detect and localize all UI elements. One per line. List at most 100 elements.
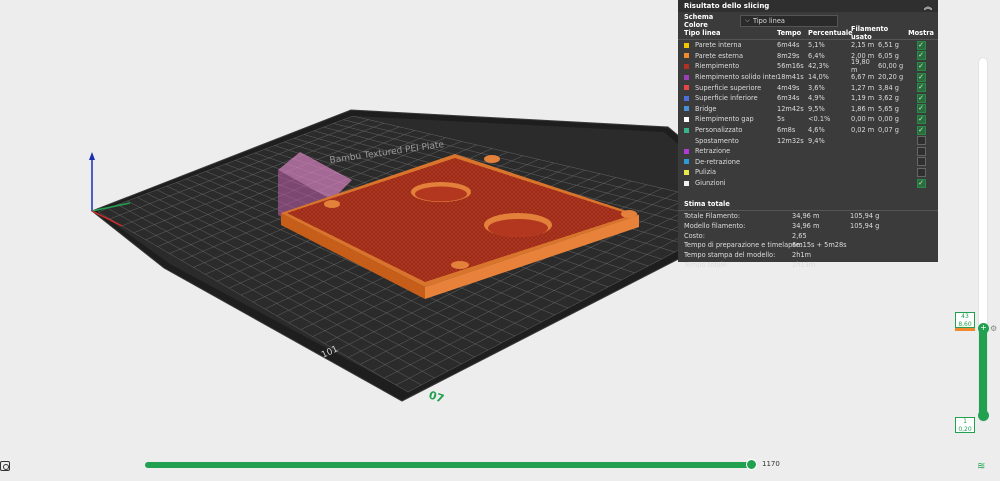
show-checkbox[interactable] (916, 136, 926, 146)
line-type-cell: Superficie superiore (684, 84, 777, 92)
line-type-name: Riempimento solido interno (695, 73, 777, 82)
length-cell: 1,19 m (851, 94, 875, 103)
slicing-results-panel: Risultato dello slicing ︽ Schema Colore … (678, 0, 938, 269)
estimate-row: Tempo totale: 2h13m (678, 260, 938, 270)
estimate-row: Tempo stampa del modello: 2h1m (678, 250, 938, 260)
line-type-table: Parete interna 6m44s 5,1% 2,15 m 6,51 g ✓ Pare… (678, 40, 938, 188)
show-cell: ✓ (910, 61, 932, 71)
table-row: Retrazione (678, 146, 938, 157)
line-type-name: Parete interna (695, 41, 742, 50)
color-swatch (684, 53, 689, 59)
show-checkbox[interactable]: ✓ (916, 93, 926, 103)
show-cell: ✓ (910, 114, 932, 124)
weight-cell: 0,00 g (878, 115, 899, 124)
estimate-value-1: 2h1m (792, 250, 811, 259)
estimate-row: Tempo di preparazione e timelapse: 6m15s … (678, 240, 938, 250)
chevron-down-icon: ⌵ (745, 16, 750, 24)
length-cell: 1,86 m (851, 104, 875, 113)
color-scheme-label: Schema Colore (684, 12, 714, 29)
line-type-name: Personalizzato (695, 126, 743, 135)
line-type-cell: Riempimento (684, 62, 777, 70)
estimate-row: Totale Filamento: 34,96 m 105,94 g (678, 211, 938, 221)
weight-cell: 6,05 g (878, 51, 899, 60)
show-checkbox[interactable] (916, 157, 926, 167)
time-cell: 4m49s (777, 83, 800, 92)
estimate-value-1: 2,65 (792, 231, 807, 240)
percent-cell: 4,6% (808, 126, 825, 135)
layer-top-label: 43 8,60 (955, 312, 975, 328)
line-type-name: Bridge (695, 104, 717, 113)
line-type-cell: Superficie inferiore (684, 94, 777, 102)
layers-icon[interactable]: ≋ (977, 461, 985, 472)
percent-cell: 9,4% (808, 136, 825, 145)
show-checkbox[interactable]: ✓ (916, 51, 926, 61)
weight-cell: 5,65 g (878, 104, 899, 113)
percent-cell: <0.1% (808, 115, 831, 124)
show-checkbox[interactable]: ✓ (916, 178, 926, 188)
time-cell: 6m8s (777, 126, 796, 135)
layer-bottom-label: 1 0,20 (955, 417, 975, 433)
estimate-key: Costo: (684, 231, 705, 240)
color-scheme-select[interactable]: ⌵ Tipo linea (740, 14, 838, 27)
table-row: Personalizzato 6m8s 4,6% 0,02 m 0,07 g ✓ (678, 125, 938, 136)
show-checkbox[interactable]: ✓ (916, 125, 926, 135)
show-cell (910, 136, 932, 146)
weight-cell: 60,00 g (878, 62, 904, 71)
line-type-name: De-retrazione (695, 157, 741, 166)
table-row: Spostamento 12m32s 9,4% (678, 135, 938, 146)
table-row: Parete interna 6m44s 5,1% 2,15 m 6,51 g ✓ (678, 40, 938, 51)
estimate-value-1: 34,96 m (792, 212, 820, 221)
layer-top-handle[interactable]: + (978, 323, 989, 334)
color-swatch (684, 138, 689, 144)
estimate-row: Costo: 2,65 (678, 231, 938, 241)
color-swatch (684, 42, 689, 48)
layer-bottom-height: 0,20 (958, 426, 972, 433)
show-checkbox[interactable]: ✓ (916, 72, 926, 82)
moves-slider-handle[interactable] (746, 459, 757, 470)
length-cell: 19,80 m (851, 58, 870, 75)
weight-cell: 0,07 g (878, 126, 899, 135)
estimate-key: Tempo totale: (684, 260, 730, 269)
table-row: Giunzioni ✓ (678, 178, 938, 189)
header-filament: Filamento usato (851, 25, 889, 41)
color-swatch (684, 63, 689, 69)
color-swatch (684, 85, 689, 91)
line-type-cell: Riempimento gap (684, 115, 777, 123)
length-cell: 2,15 m (851, 41, 875, 50)
layer-slider-range (979, 329, 987, 417)
percent-cell: 6,4% (808, 51, 825, 60)
time-cell: 18m41s (777, 73, 804, 82)
show-checkbox[interactable]: ✓ (916, 40, 926, 50)
weight-cell: 6,51 g (878, 41, 899, 50)
estimate-key: Totale Filamento: (684, 212, 741, 221)
color-scheme-value: Tipo linea (753, 16, 785, 25)
show-checkbox[interactable]: ✓ (916, 83, 926, 93)
layer-top-number: 43 (961, 313, 969, 320)
line-type-name: Parete esterna (695, 51, 744, 60)
estimate-value-2: 105,94 g (850, 212, 880, 221)
table-row: De-retrazione (678, 157, 938, 168)
show-cell: ✓ (910, 93, 932, 103)
view-reset-icon[interactable] (0, 461, 10, 471)
show-checkbox[interactable]: ✓ (916, 104, 926, 114)
estimate-value-1: 34,96 m (792, 221, 820, 230)
show-checkbox[interactable]: ✓ (916, 61, 926, 71)
length-cell: 1,27 m (851, 83, 875, 92)
table-row: Bridge 12m42s 9,5% 1,86 m 5,65 g ✓ (678, 104, 938, 115)
percent-cell: 42,3% (808, 62, 829, 71)
show-checkbox[interactable] (916, 167, 926, 177)
line-type-cell: Parete interna (684, 41, 777, 49)
table-row: Superficie superiore 4m49s 3,6% 1,27 m 3,84 … (678, 82, 938, 93)
line-type-name: Pulizia (695, 168, 717, 177)
chevron-up-icon[interactable]: ︽ (924, 1, 932, 12)
weight-cell: 3,62 g (878, 94, 899, 103)
layer-bottom-handle[interactable] (978, 410, 989, 421)
show-cell: ✓ (910, 72, 932, 82)
line-type-cell: Bridge (684, 105, 777, 113)
gear-icon[interactable]: ⚙ (990, 324, 997, 333)
moves-slider-track[interactable] (145, 462, 753, 468)
length-cell: 6,67 m (851, 73, 875, 82)
show-checkbox[interactable]: ✓ (916, 114, 926, 124)
show-checkbox[interactable] (916, 146, 926, 156)
weight-cell: 20,20 g (878, 73, 904, 82)
